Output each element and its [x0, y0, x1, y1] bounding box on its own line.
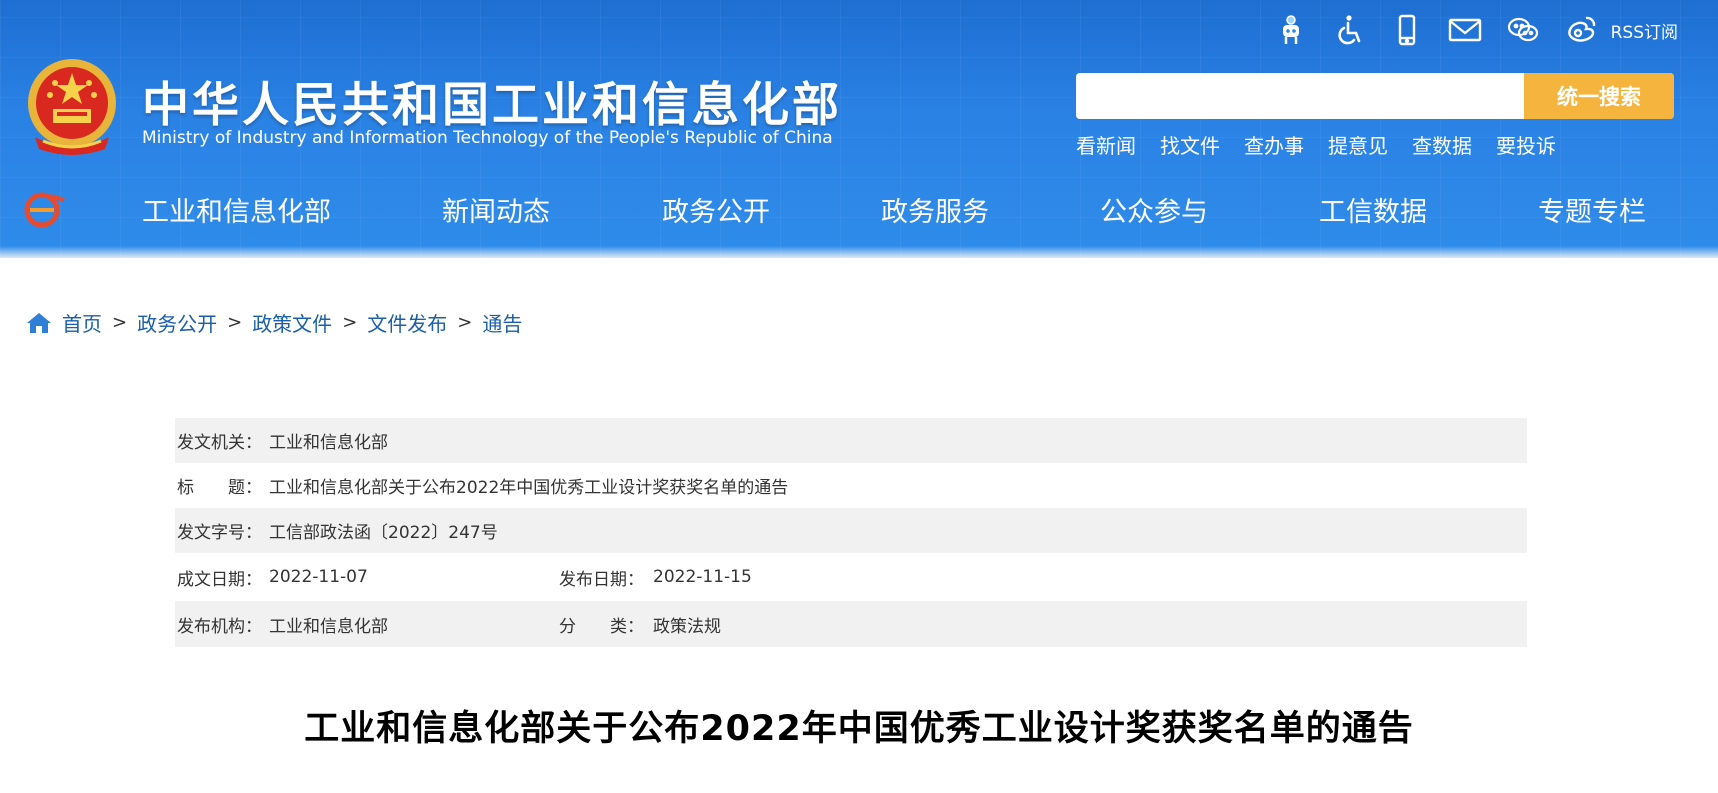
- nav-item-public-participation[interactable]: 公众参与: [1100, 190, 1208, 229]
- quick-link-news[interactable]: 看新闻: [1076, 130, 1136, 159]
- meta-label: 标 题：: [177, 478, 262, 498]
- quick-link-complaint[interactable]: 要投诉: [1496, 130, 1556, 159]
- nav-item-services[interactable]: 政务服务: [881, 190, 989, 229]
- meta-row-dates: 成文日期： 2022-11-07 发布日期： 2022-11-15: [175, 553, 1527, 601]
- meta-issuer-value: 工业和信息化部: [269, 433, 388, 453]
- nav-item-government-affairs[interactable]: 政务公开: [662, 190, 770, 229]
- meta-row-issuer: 发文机关： 工业和信息化部: [175, 418, 1527, 463]
- document-meta-table: 发文机关： 工业和信息化部 标 题： 工业和信息化部关于公布2022年中国优秀工…: [175, 418, 1527, 647]
- meta-row-title: 标 题： 工业和信息化部关于公布2022年中国优秀工业设计奖获奖名单的通告: [175, 463, 1527, 508]
- breadcrumb-separator: >: [112, 312, 128, 333]
- nav-item-data[interactable]: 工信数据: [1319, 190, 1427, 229]
- search-box: 统一搜索: [1076, 73, 1674, 119]
- meta-label: 成文日期：: [177, 569, 262, 590]
- meta-published-date-value: 2022-11-15: [653, 567, 752, 587]
- accessibility-icon[interactable]: [1329, 10, 1369, 50]
- meta-created-date-value: 2022-11-07: [269, 567, 368, 587]
- breadcrumb: 首页 > 政务公开 > 政策文件 > 文件发布 > 通告: [26, 308, 522, 337]
- mobile-icon[interactable]: [1387, 10, 1427, 50]
- meta-label: 发布日期：: [559, 569, 644, 590]
- meta-label: 发布机构：: [177, 616, 262, 637]
- site-title-english: Ministry of Industry and Information Tec…: [142, 128, 833, 148]
- breadcrumb-policy-documents[interactable]: 政策文件: [252, 308, 332, 337]
- robot-icon[interactable]: [1271, 10, 1311, 50]
- national-emblem-icon[interactable]: [25, 57, 119, 157]
- breadcrumb-separator: >: [457, 312, 473, 333]
- top-utility-bar: RSS订阅: [1253, 10, 1678, 50]
- meta-row-agency: 发布机构： 工业和信息化部 分 类： 政策法规: [175, 601, 1527, 647]
- article-title: 工业和信息化部关于公布2022年中国优秀工业设计奖获奖名单的通告: [304, 709, 1414, 749]
- quick-link-services[interactable]: 查办事: [1244, 130, 1304, 159]
- search-button[interactable]: 统一搜索: [1524, 73, 1674, 119]
- main-nav: 工业和信息化部 新闻动态 政务公开 政务服务 公众参与 工信数据 专题专栏: [0, 190, 1718, 230]
- breadcrumb-notice[interactable]: 通告: [482, 308, 522, 337]
- home-icon[interactable]: [26, 311, 52, 335]
- breadcrumb-home[interactable]: 首页: [62, 308, 102, 337]
- wechat-icon[interactable]: [1503, 10, 1543, 50]
- nav-item-ministry[interactable]: 工业和信息化部: [142, 190, 331, 229]
- search-input[interactable]: [1076, 73, 1524, 119]
- quick-link-data[interactable]: 查数据: [1412, 130, 1472, 159]
- meta-label: 发文机关：: [177, 433, 262, 453]
- weibo-icon[interactable]: [1561, 10, 1601, 50]
- quick-link-documents[interactable]: 找文件: [1160, 130, 1220, 159]
- site-title: 中华人民共和国工业和信息化部: [142, 78, 842, 133]
- meta-title-value: 工业和信息化部关于公布2022年中国优秀工业设计奖获奖名单的通告: [269, 478, 789, 498]
- meta-agency-value: 工业和信息化部: [269, 616, 388, 637]
- breadcrumb-separator: >: [227, 312, 243, 333]
- breadcrumb-separator: >: [342, 312, 358, 333]
- nav-item-news[interactable]: 新闻动态: [442, 190, 550, 229]
- meta-label: 发文字号：: [177, 523, 262, 543]
- meta-row-doc-number: 发文字号： 工信部政法函〔2022〕247号: [175, 508, 1527, 553]
- nav-item-special-topics[interactable]: 专题专栏: [1538, 190, 1646, 229]
- breadcrumb-government-affairs[interactable]: 政务公开: [137, 308, 217, 337]
- site-header: 中华人民共和国工业和信息化部 Ministry of Industry and …: [0, 0, 1718, 258]
- meta-label: 分 类：: [559, 616, 644, 637]
- rss-subscribe-link[interactable]: RSS订阅: [1611, 18, 1678, 43]
- quick-links: 看新闻 找文件 查办事 提意见 查数据 要投诉: [1076, 130, 1580, 159]
- breadcrumb-document-release[interactable]: 文件发布: [367, 308, 447, 337]
- quick-link-feedback[interactable]: 提意见: [1328, 130, 1388, 159]
- meta-doc-number-value: 工信部政法函〔2022〕247号: [269, 523, 498, 543]
- mail-icon[interactable]: [1445, 10, 1485, 50]
- meta-category-value: 政策法规: [653, 616, 721, 637]
